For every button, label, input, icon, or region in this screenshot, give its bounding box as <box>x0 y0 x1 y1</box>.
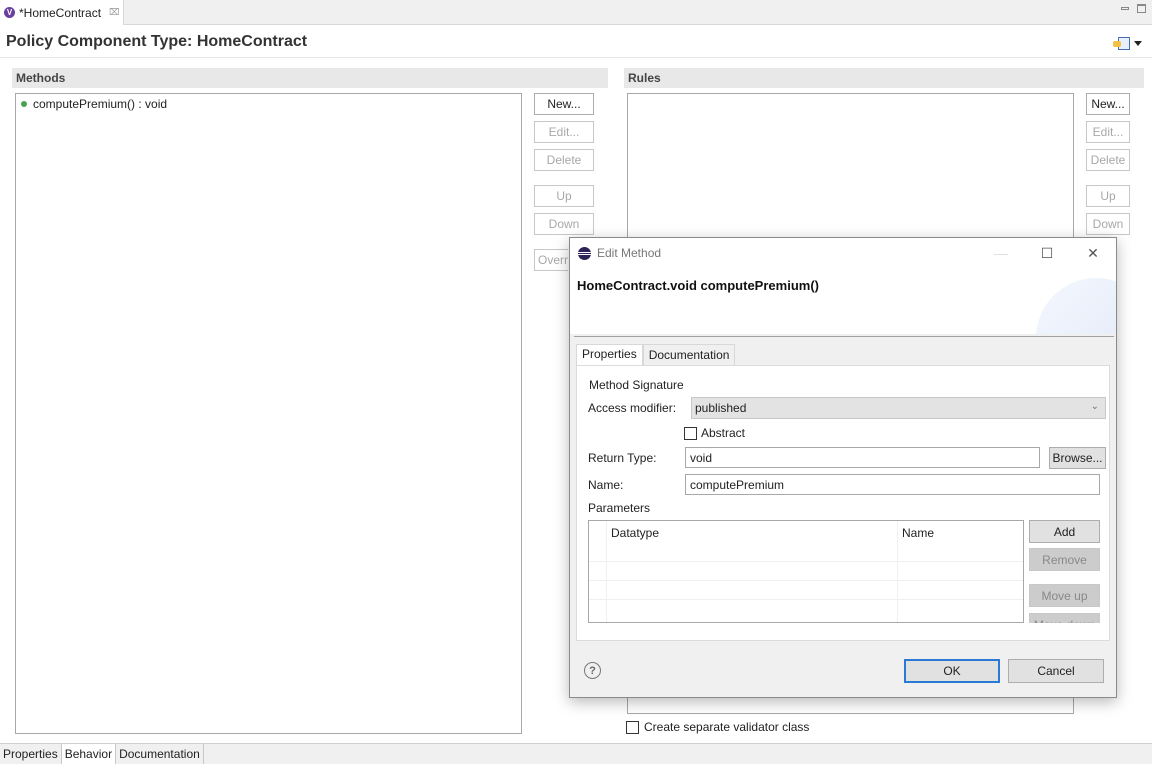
chevron-down-icon: ⌄ <box>1090 401 1099 412</box>
tab-properties[interactable]: Properties <box>0 744 62 764</box>
page-title: Policy Component Type: HomeContract <box>6 33 308 50</box>
dialog-separator <box>574 336 1114 337</box>
methods-override-button[interactable]: Override... <box>534 249 568 271</box>
methods-list[interactable]: computePremium() : void <box>15 93 522 734</box>
move-up-button[interactable]: Move up <box>1029 584 1100 607</box>
open-document-icon <box>1113 37 1130 50</box>
edit-method-dialog: Edit Method — ☐ ✕ HomeContract.void comp… <box>569 237 1117 698</box>
move-down-button[interactable]: Move down <box>1029 613 1100 623</box>
minimize-icon[interactable]: — <box>978 238 1024 268</box>
browse-button[interactable]: Browse... <box>1049 447 1106 469</box>
access-modifier-select[interactable]: published ⌄ <box>691 397 1106 419</box>
table-column-divider <box>606 521 607 622</box>
tab-documentation[interactable]: Documentation <box>116 744 204 764</box>
abstract-label: Abstract <box>701 426 746 440</box>
rules-down-button[interactable]: Down <box>1086 213 1130 235</box>
methods-down-button[interactable]: Down <box>534 213 594 235</box>
rules-edit-button[interactable]: Edit... <box>1086 121 1130 143</box>
dialog-tabs: Properties Documentation <box>576 344 736 365</box>
tab-behavior[interactable]: Behavior <box>61 744 117 764</box>
dialog-window-controls: — ☐ ✕ <box>978 238 1116 268</box>
eclipse-icon <box>578 246 591 260</box>
dialog-banner: HomeContract.void computePremium() <box>570 268 1116 334</box>
v-icon: V <box>4 7 15 18</box>
access-modifier-label: Access modifier: <box>588 401 677 415</box>
move-down-clip: Move down <box>1029 613 1100 623</box>
dropdown-arrow-icon <box>1134 41 1142 46</box>
close-icon[interactable]: ✕ <box>1070 238 1116 268</box>
rules-new-button[interactable]: New... <box>1086 93 1130 115</box>
methods-up-button[interactable]: Up <box>534 185 594 207</box>
method-signature-label: Method Signature <box>589 378 684 392</box>
add-parameter-button[interactable]: Add <box>1029 520 1100 543</box>
return-type-input[interactable]: void <box>685 447 1040 468</box>
methods-new-button[interactable]: New... <box>534 93 594 115</box>
maximize-icon[interactable] <box>1137 4 1146 13</box>
methods-edit-button[interactable]: Edit... <box>534 121 594 143</box>
editor-tab-strip: V *HomeContract ⌧ <box>0 0 1152 25</box>
view-controls <box>1121 4 1146 13</box>
methods-section-header: Methods <box>12 68 608 88</box>
ok-button[interactable]: OK <box>904 659 1000 683</box>
column-header-datatype[interactable]: Datatype <box>611 526 659 540</box>
rules-section-header: Rules <box>624 68 1144 88</box>
dialog-title: Edit Method <box>597 246 662 260</box>
method-label: computePremium() : void <box>33 97 168 111</box>
parameters-table[interactable]: Datatype Name <box>588 520 1024 623</box>
minimize-icon[interactable] <box>1121 7 1129 10</box>
abstract-checkbox[interactable] <box>684 426 697 440</box>
open-menu-button[interactable] <box>1113 37 1142 50</box>
list-item[interactable]: computePremium() : void <box>16 94 521 114</box>
bottom-tab-bar: Properties Behavior Documentation <box>0 743 1152 764</box>
cancel-button[interactable]: Cancel <box>1008 659 1104 683</box>
abstract-option[interactable]: Abstract <box>684 426 745 440</box>
table-column-divider <box>897 521 898 622</box>
validator-checkbox[interactable] <box>626 720 639 734</box>
validator-label: Create separate validator class <box>644 720 810 734</box>
properties-panel: Method Signature Access modifier: publis… <box>576 365 1110 641</box>
table-row <box>589 561 1023 562</box>
methods-delete-button[interactable]: Delete <box>534 149 594 171</box>
rules-up-button[interactable]: Up <box>1086 185 1130 207</box>
table-row <box>589 580 1023 581</box>
dialog-tab-documentation[interactable]: Documentation <box>642 344 736 365</box>
validator-option[interactable]: Create separate validator class <box>626 720 809 734</box>
name-input[interactable]: computePremium <box>685 474 1100 495</box>
table-row <box>589 599 1023 600</box>
dialog-banner-title: HomeContract.void computePremium() <box>577 278 819 293</box>
maximize-icon[interactable]: ☐ <box>1024 238 1070 268</box>
name-label: Name: <box>588 478 624 492</box>
return-type-label: Return Type: <box>588 451 657 465</box>
method-icon <box>21 101 27 107</box>
editor-tab-homecontract[interactable]: V *HomeContract ⌧ <box>0 0 124 25</box>
column-header-name[interactable]: Name <box>902 526 934 540</box>
parameters-label: Parameters <box>588 501 651 515</box>
rules-delete-button[interactable]: Delete <box>1086 149 1130 171</box>
remove-parameter-button[interactable]: Remove <box>1029 548 1100 571</box>
close-icon[interactable]: ⌧ <box>109 7 119 18</box>
dialog-tab-properties[interactable]: Properties <box>576 344 643 365</box>
title-separator <box>0 57 1152 58</box>
access-modifier-value: published <box>695 401 747 415</box>
banner-decoration <box>1036 278 1116 334</box>
editor-tab-label: *HomeContract <box>19 5 102 20</box>
help-icon[interactable]: ? <box>584 662 601 679</box>
